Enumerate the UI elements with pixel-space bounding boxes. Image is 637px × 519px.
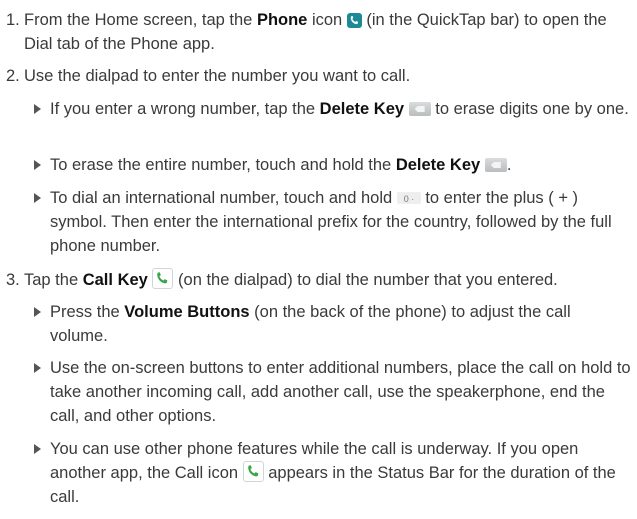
bullet-text: Use the on-screen buttons to enter addit… <box>50 359 631 425</box>
text-segment: From the Home screen, tap the <box>24 11 257 29</box>
delete-key-label: Delete Key <box>319 100 405 118</box>
step-2-bullet-2: To erase the entire number, touch and ho… <box>34 153 632 177</box>
step-text: Use the dialpad to enter the number you … <box>24 67 411 85</box>
volume-buttons-label: Volume Buttons <box>124 303 250 321</box>
bullet-text: If you enter a wrong number, tap the Del… <box>50 97 632 121</box>
bullet-text: You can use other phone features while t… <box>50 437 632 509</box>
instructions-page: 1. From the Home screen, tap the Phone i… <box>0 0 637 519</box>
text-segment: To dial an international number, touch a… <box>50 189 397 207</box>
bullet-arrow-icon <box>34 363 41 373</box>
zero-key-icon: 0 · <box>396 192 421 204</box>
step-3-bullet-2: Use the on-screen buttons to enter addit… <box>34 356 632 428</box>
delete-key-icon <box>408 102 431 116</box>
delete-key-icon <box>484 158 507 172</box>
step-number: 1. <box>6 11 20 29</box>
delete-key-label: Delete Key <box>395 156 481 174</box>
text-segment: (on the dialpad) to dial the number that… <box>173 271 558 289</box>
text-segment: . <box>506 156 512 174</box>
text-segment: If you enter a wrong number, tap the <box>50 100 320 118</box>
step-2-bullet-1: If you enter a wrong number, tap the Del… <box>34 97 632 121</box>
bullet-arrow-icon <box>34 307 41 317</box>
bullet-arrow-icon <box>34 193 41 203</box>
step-2-bullet-3: To dial an international number, touch a… <box>34 186 632 258</box>
bullet-arrow-icon <box>34 160 41 170</box>
phone-label: Phone <box>256 11 308 29</box>
bullet-text: Press the Volume Buttons (on the back of… <box>50 300 632 348</box>
bullet-arrow-icon <box>34 444 41 454</box>
text-segment: To erase the entire number, touch and ho… <box>50 156 396 174</box>
bullet-arrow-icon <box>34 104 41 114</box>
text-segment: icon <box>307 11 347 29</box>
text-segment: to erase digits one by one. <box>430 100 629 118</box>
step-text: Tap the Call Key (on the dialpad) to dia… <box>24 268 632 292</box>
step-3-bullet-3: You can use other phone features while t… <box>34 437 632 509</box>
text-segment: Press the <box>50 303 125 321</box>
step-number: 3. <box>6 271 20 289</box>
step-text: From the Home screen, tap the Phone icon… <box>24 8 632 56</box>
call-key-icon <box>152 268 174 289</box>
text-segment: Tap the <box>24 271 83 289</box>
phone-icon <box>346 13 362 28</box>
step-3-bullet-1: Press the Volume Buttons (on the back of… <box>34 300 632 348</box>
step-3: 3. Tap the Call Key (on the dialpad) to … <box>6 268 632 292</box>
bullet-text: To erase the entire number, touch and ho… <box>50 153 632 177</box>
step-1: 1. From the Home screen, tap the Phone i… <box>6 8 632 56</box>
call-key-label: Call Key <box>82 271 148 289</box>
call-icon <box>242 461 264 482</box>
step-number: 2. <box>6 67 20 85</box>
bullet-text: To dial an international number, touch a… <box>50 186 632 258</box>
text-segment <box>404 100 409 118</box>
step-2: 2. Use the dialpad to enter the number y… <box>6 64 632 88</box>
